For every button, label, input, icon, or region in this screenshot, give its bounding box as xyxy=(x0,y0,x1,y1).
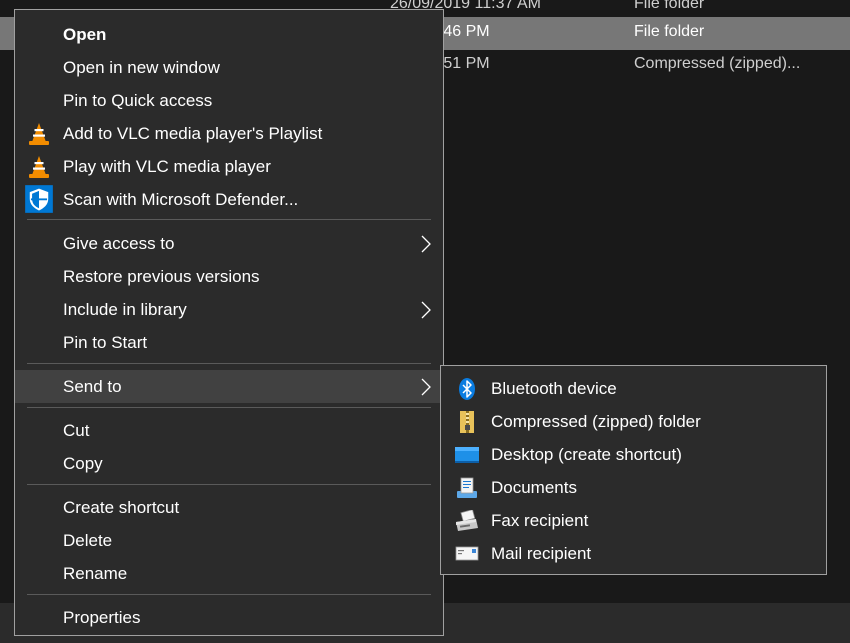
chevron-right-icon xyxy=(421,378,431,396)
menu-separator xyxy=(27,219,431,220)
bluetooth-icon xyxy=(459,378,475,400)
menu-item-rename[interactable]: Rename xyxy=(15,557,443,590)
context-menu: Open Open in new window Pin to Quick acc… xyxy=(14,9,444,636)
menu-item-give-access[interactable]: Give access to xyxy=(15,227,443,260)
menu-item-label: Rename xyxy=(63,564,128,583)
menu-item-send-to[interactable]: Send to xyxy=(15,370,443,403)
menu-item-label: Open xyxy=(63,25,107,44)
mail-icon xyxy=(455,546,479,561)
menu-separator xyxy=(27,363,431,364)
file-type: File folder xyxy=(634,0,705,12)
menu-separator xyxy=(27,484,431,485)
desktop-icon xyxy=(455,447,479,463)
zip-folder-icon xyxy=(460,411,474,433)
menu-item-label: Add to VLC media player's Playlist xyxy=(63,124,323,143)
file-type: File folder xyxy=(634,23,705,40)
menu-item-label: Properties xyxy=(63,608,141,627)
menu-item-label: Include in library xyxy=(63,300,187,319)
file-type: Compressed (zipped)... xyxy=(634,55,801,72)
send-to-label: Desktop (create shortcut) xyxy=(491,445,682,464)
menu-item-label: Open in new window xyxy=(63,58,220,77)
send-to-zip[interactable]: Compressed (zipped) folder xyxy=(441,405,826,438)
menu-item-vlc-playlist[interactable]: Add to VLC media player's Playlist xyxy=(15,117,443,150)
menu-item-cut[interactable]: Cut xyxy=(15,414,443,447)
menu-item-include-library[interactable]: Include in library xyxy=(15,293,443,326)
menu-item-label: Give access to xyxy=(63,234,175,253)
send-to-label: Mail recipient xyxy=(491,544,592,563)
menu-item-delete[interactable]: Delete xyxy=(15,524,443,557)
menu-item-pin-quick-access[interactable]: Pin to Quick access xyxy=(15,84,443,117)
menu-item-label: Copy xyxy=(63,454,103,473)
send-to-label: Documents xyxy=(491,478,577,497)
defender-shield-icon xyxy=(25,185,53,213)
menu-item-label: Pin to Quick access xyxy=(63,91,213,110)
chevron-right-icon xyxy=(421,235,431,253)
menu-separator xyxy=(27,594,431,595)
menu-item-properties[interactable]: Properties xyxy=(15,601,443,634)
menu-item-pin-start[interactable]: Pin to Start xyxy=(15,326,443,359)
menu-item-label: Pin to Start xyxy=(63,333,148,352)
send-to-bluetooth[interactable]: Bluetooth device xyxy=(441,372,826,405)
menu-item-label: Create shortcut xyxy=(63,498,180,517)
send-to-mail[interactable]: Mail recipient xyxy=(441,537,826,570)
send-to-fax[interactable]: Fax recipient xyxy=(441,504,826,537)
vlc-icon xyxy=(29,156,49,178)
menu-item-vlc-play[interactable]: Play with VLC media player xyxy=(15,150,443,183)
send-to-label: Bluetooth device xyxy=(491,379,617,398)
menu-item-label: Send to xyxy=(63,377,122,396)
menu-item-create-shortcut[interactable]: Create shortcut xyxy=(15,491,443,524)
menu-item-copy[interactable]: Copy xyxy=(15,447,443,480)
menu-item-label: Restore previous versions xyxy=(63,267,260,286)
menu-item-open-new-window[interactable]: Open in new window xyxy=(15,51,443,84)
send-to-documents[interactable]: Documents xyxy=(441,471,826,504)
menu-item-defender-scan[interactable]: Scan with Microsoft Defender... xyxy=(15,183,443,216)
menu-item-restore-versions[interactable]: Restore previous versions xyxy=(15,260,443,293)
send-to-label: Fax recipient xyxy=(491,511,589,530)
menu-item-open[interactable]: Open xyxy=(15,18,443,51)
fax-icon xyxy=(456,510,478,531)
chevron-right-icon xyxy=(421,301,431,319)
menu-item-label: Cut xyxy=(63,421,90,440)
send-to-label: Compressed (zipped) folder xyxy=(491,412,701,431)
menu-item-label: Scan with Microsoft Defender... xyxy=(63,190,299,209)
vlc-icon xyxy=(29,123,49,145)
documents-icon xyxy=(457,477,477,498)
send-to-submenu: Bluetooth device Compressed (zipped) fol… xyxy=(440,365,827,575)
menu-item-label: Play with VLC media player xyxy=(63,157,271,176)
menu-separator xyxy=(27,407,431,408)
send-to-desktop[interactable]: Desktop (create shortcut) xyxy=(441,438,826,471)
menu-item-label: Delete xyxy=(63,531,113,550)
